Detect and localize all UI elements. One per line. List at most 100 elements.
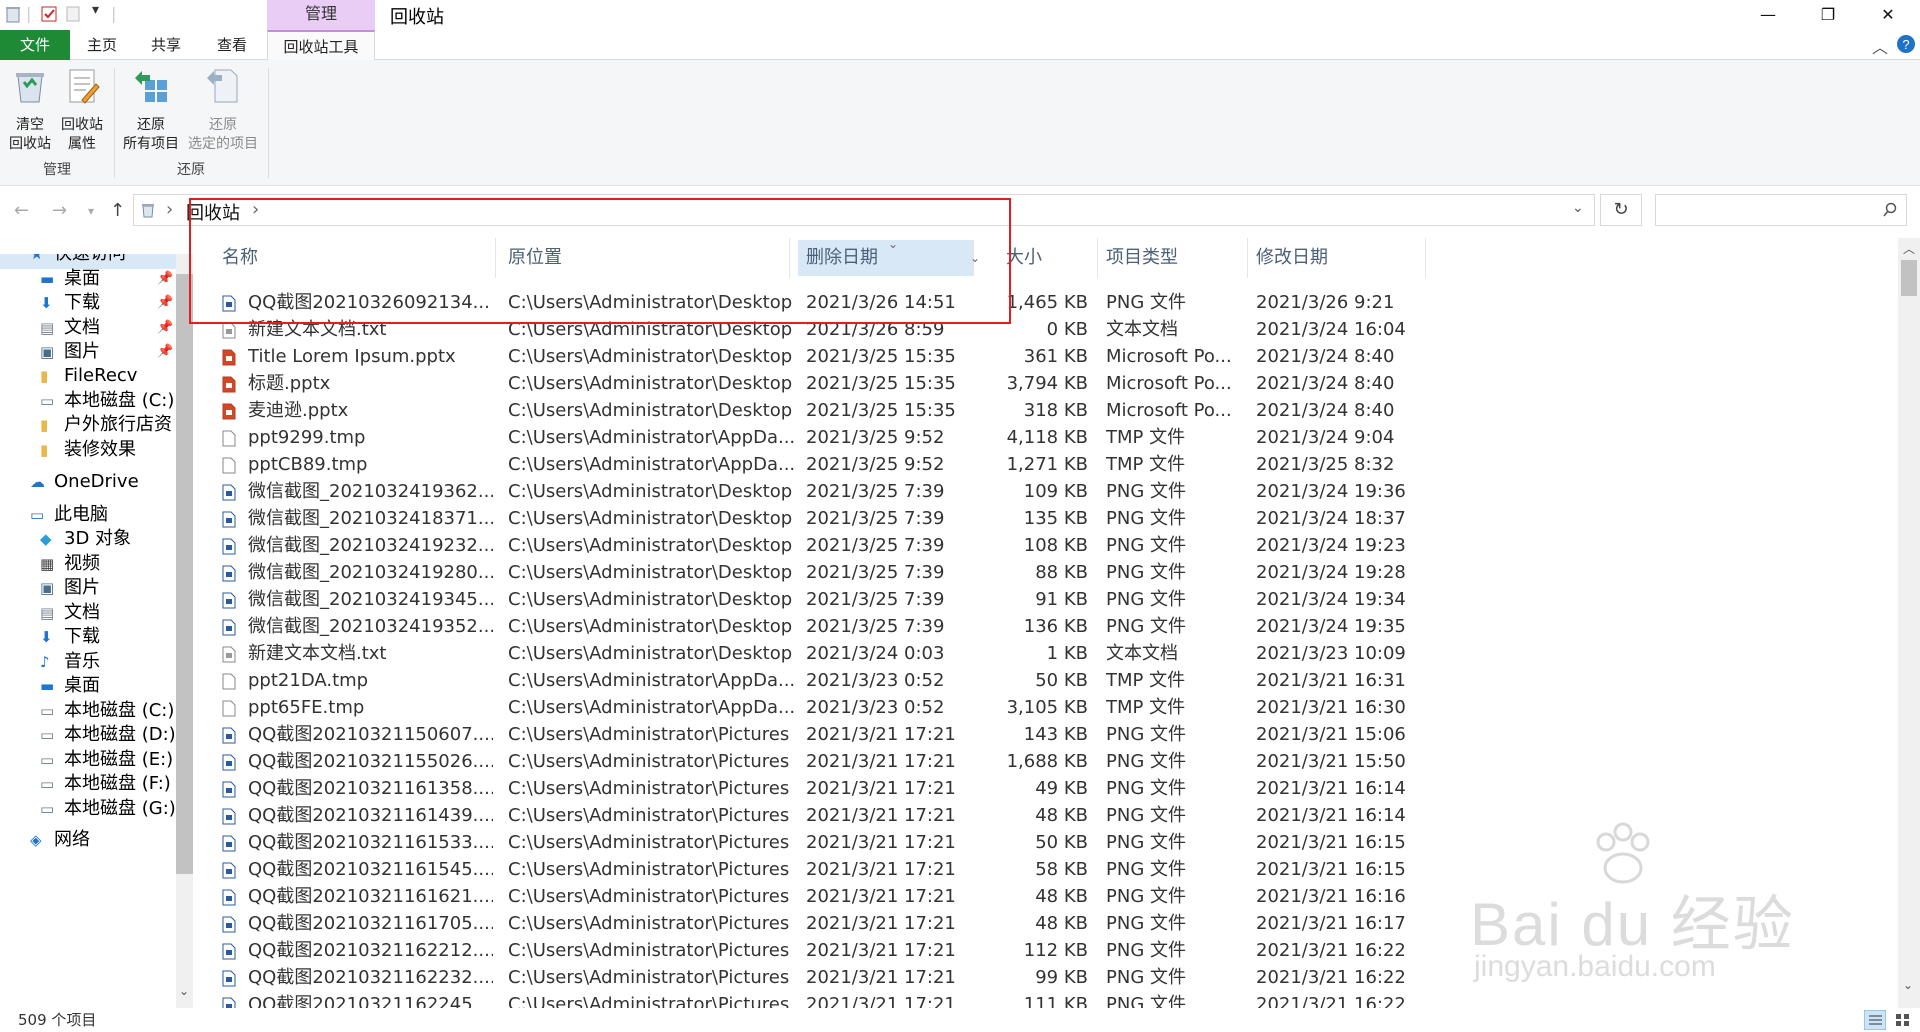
file-row[interactable]: QQ截图20210321161621.... C:\Users\Administr… xyxy=(193,883,1433,910)
cell-loc: C:\Users\Administrator\Pictures xyxy=(508,940,790,961)
cell-mod: 2021/3/24 16:04 xyxy=(1256,319,1406,340)
cell-mod: 2021/3/24 19:35 xyxy=(1256,616,1406,637)
file-row[interactable]: 微信截图_2021032419345... C:\Users\Administra… xyxy=(193,586,1433,613)
file-row[interactable]: QQ截图20210321162232.... C:\Users\Administr… xyxy=(193,964,1433,991)
file-row[interactable]: 微信截图_2021032419232... C:\Users\Administra… xyxy=(193,532,1433,559)
group-label-manage: 管理 xyxy=(43,162,71,178)
maximize-button[interactable]: ❐ xyxy=(1800,0,1856,30)
details-view-icon[interactable] xyxy=(1864,1010,1886,1030)
restore-all-button[interactable]: 还原 所有项目 xyxy=(120,66,182,154)
cell-mod: 2021/3/25 8:32 xyxy=(1256,454,1395,475)
file-row[interactable]: 微信截图_2021032419352... C:\Users\Administra… xyxy=(193,613,1433,640)
cell-size: 48 KB xyxy=(1035,886,1088,907)
cell-loc: C:\Users\Administrator\Desktop xyxy=(508,535,793,556)
file-row[interactable]: 微信截图_2021032418371... C:\Users\Administra… xyxy=(193,505,1433,532)
scroll-down-icon[interactable]: ⌄ xyxy=(1903,978,1913,992)
cell-del: 2021/3/21 17:21 xyxy=(806,940,956,961)
file-row[interactable]: QQ截图20210321161358.... C:\Users\Administr… xyxy=(193,775,1433,802)
file-row[interactable]: ppt9299.tmp C:\Users\Administrator\AppDa.… xyxy=(193,424,1433,451)
column-header-item-type[interactable]: 项目类型 xyxy=(1098,238,1248,278)
cell-name: 微信截图_2021032418371... xyxy=(248,508,493,529)
cell-size: 48 KB xyxy=(1035,805,1088,826)
column-header-date-modified[interactable]: 修改日期 xyxy=(1248,238,1426,278)
file-row[interactable]: QQ截图20210321161705.... C:\Users\Administr… xyxy=(193,910,1433,937)
collapse-ribbon-icon[interactable]: ︿ xyxy=(1872,34,1888,58)
scroll-down-icon[interactable]: ⌄ xyxy=(179,984,189,998)
png-file-icon xyxy=(222,916,236,933)
address-history-chevron-icon[interactable]: ⌄ xyxy=(1572,200,1584,216)
restore-selected-button[interactable]: 还原 选定的项目 xyxy=(184,66,262,154)
file-row[interactable]: QQ截图20210321161439.... C:\Users\Administr… xyxy=(193,802,1433,829)
file-row[interactable]: 标题.pptx C:\Users\Administrator\Desktop 202… xyxy=(193,370,1433,397)
file-row[interactable]: QQ截图20210321161545.... C:\Users\Administr… xyxy=(193,856,1433,883)
watermark-url: jingyan.baidu.com xyxy=(1474,950,1716,983)
nav-item-9[interactable]: ☁ OneDrive xyxy=(0,467,176,497)
customize-quick-access-icon[interactable]: ▾ xyxy=(92,2,99,18)
cell-del: 2021/3/25 7:39 xyxy=(806,535,945,556)
cell-loc: C:\Users\Administrator\Desktop xyxy=(508,643,793,664)
cell-loc: C:\Users\Administrator\AppDa... xyxy=(508,697,796,718)
file-row[interactable]: 微信截图_2021032419362... C:\Users\Administra… xyxy=(193,478,1433,505)
file-row[interactable]: QQ截图20210321162245 C:\Users\Administrator… xyxy=(193,991,1433,1008)
column-header-size[interactable]: 大小 xyxy=(998,238,1098,278)
file-row[interactable]: ppt21DA.tmp C:\Users\Administrator\AppDa.… xyxy=(193,667,1433,694)
file-row[interactable]: 新建文本文档.txt C:\Users\Administrator\Desktop… xyxy=(193,640,1433,667)
up-arrow-icon[interactable]: ↑ xyxy=(110,200,125,221)
tab-view[interactable]: 查看 xyxy=(198,30,266,60)
recent-locations-icon[interactable]: ▾ xyxy=(88,204,94,218)
png-file-icon xyxy=(222,484,236,501)
navigation-pane-scrollbar[interactable]: ⌄ xyxy=(176,254,193,1008)
scrollbar-thumb[interactable] xyxy=(176,274,193,874)
refresh-button[interactable]: ↻ xyxy=(1600,194,1642,226)
tab-home[interactable]: 主页 xyxy=(70,30,134,60)
pptx-file-icon xyxy=(222,403,236,420)
svg-text:?: ? xyxy=(1902,37,1909,52)
cell-del: 2021/3/24 0:03 xyxy=(806,643,945,664)
properties-icon[interactable] xyxy=(40,5,58,23)
forward-arrow-icon[interactable]: → xyxy=(52,200,67,221)
cell-mod: 2021/3/21 16:22 xyxy=(1256,940,1406,961)
file-row[interactable]: QQ截图20210321155026.... C:\Users\Administr… xyxy=(193,748,1433,775)
nav-item-22[interactable]: ▭ 本地磁盘 (G:) xyxy=(0,794,176,824)
cell-type: Microsoft Po... xyxy=(1106,346,1232,367)
scrollbar-thumb[interactable] xyxy=(1901,260,1917,296)
cell-mod: 2021/3/21 16:22 xyxy=(1256,994,1406,1008)
file-row[interactable]: 麦迪逊.pptx C:\Users\Administrator\Desktop 20… xyxy=(193,397,1433,424)
cell-del: 2021/3/25 15:35 xyxy=(806,400,956,421)
cell-type: PNG 文件 xyxy=(1106,616,1186,637)
help-icon[interactable]: ? xyxy=(1896,34,1916,54)
context-tab-manage[interactable]: 管理 xyxy=(267,0,375,30)
file-row[interactable]: QQ截图20210321150607.... C:\Users\Administr… xyxy=(193,721,1433,748)
file-row[interactable]: 微信截图_2021032419280... C:\Users\Administra… xyxy=(193,559,1433,586)
tab-recycle-bin-tools[interactable]: 回收站工具 xyxy=(267,30,375,61)
tmp-file-icon xyxy=(222,700,236,717)
cell-type: TMP 文件 xyxy=(1106,697,1186,718)
empty-recycle-bin-button[interactable]: 清空 回收站 xyxy=(6,66,54,154)
cell-del: 2021/3/21 17:21 xyxy=(806,913,956,934)
nav-item-8[interactable]: ▮ 装修效果 xyxy=(0,435,176,465)
file-row[interactable]: ppt65FE.tmp C:\Users\Administrator\AppDa.… xyxy=(193,694,1433,721)
tab-share[interactable]: 共享 xyxy=(134,30,198,60)
search-box[interactable] xyxy=(1655,194,1907,226)
minimize-button[interactable]: — xyxy=(1740,0,1796,30)
back-arrow-icon[interactable]: ← xyxy=(14,200,29,221)
cell-loc: C:\Users\Administrator\Pictures xyxy=(508,832,790,853)
close-button[interactable]: ✕ xyxy=(1860,0,1916,30)
large-icons-view-icon[interactable] xyxy=(1892,1010,1914,1030)
file-row[interactable]: Title Lorem Ipsum.pptx C:\Users\Administr… xyxy=(193,343,1433,370)
file-row[interactable]: QQ截图20210321162212.... C:\Users\Administr… xyxy=(193,937,1433,964)
file-list-scrollbar[interactable]: ︿ ⌄ xyxy=(1898,238,1920,1008)
cell-name: ppt9299.tmp xyxy=(248,427,366,448)
cell-mod: 2021/3/24 18:37 xyxy=(1256,508,1406,529)
cell-mod: 2021/3/24 19:34 xyxy=(1256,589,1406,610)
recycle-bin-small-icon[interactable] xyxy=(4,5,22,23)
recycle-bin-properties-button[interactable]: 回收站 属性 xyxy=(56,66,108,154)
cell-size: 108 KB xyxy=(1023,535,1088,556)
scroll-up-icon[interactable]: ︿ xyxy=(1903,240,1915,257)
window-title: 回收站 xyxy=(390,7,444,28)
new-folder-icon[interactable] xyxy=(64,5,82,23)
tab-file[interactable]: 文件 xyxy=(0,30,70,60)
nav-item-23[interactable]: ◈ 网络 xyxy=(0,825,176,855)
file-row[interactable]: QQ截图20210321161533.... C:\Users\Administr… xyxy=(193,829,1433,856)
file-row[interactable]: pptCB89.tmp C:\Users\Administrator\AppDa.… xyxy=(193,451,1433,478)
